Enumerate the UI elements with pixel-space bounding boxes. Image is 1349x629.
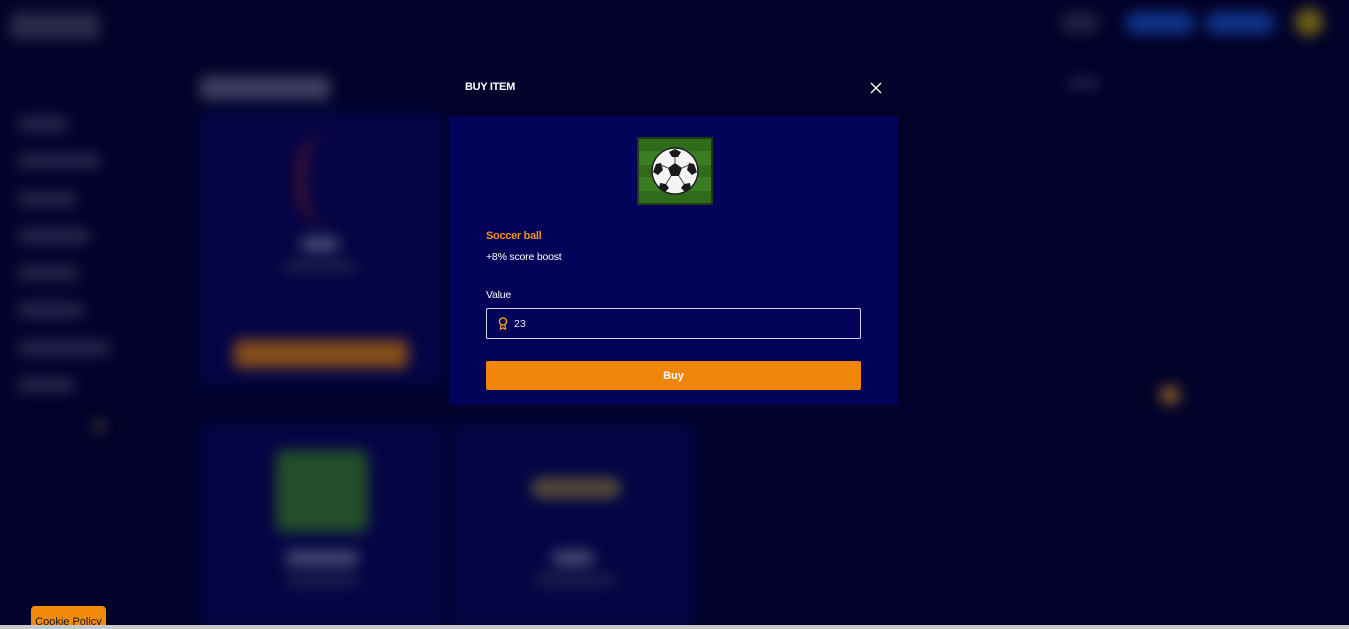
sidebar-dot [93, 420, 105, 432]
top-badge [1125, 12, 1195, 34]
app-logo [10, 12, 100, 40]
bottom-strip [0, 625, 1349, 629]
trophy-icon [498, 317, 508, 330]
sidebar-item [18, 192, 76, 206]
sidebar-item [18, 117, 68, 131]
sidebar-item [18, 266, 78, 280]
soccer-ball-icon [637, 137, 713, 205]
close-icon[interactable] [866, 78, 886, 98]
buy-button[interactable]: Buy [486, 361, 861, 390]
item-name: Soccer ball [486, 230, 542, 242]
page-heading [200, 76, 330, 100]
shop-card [198, 112, 444, 387]
sidebar-item [18, 303, 84, 317]
value-field[interactable] [486, 308, 861, 339]
buy-item-panel: Soccer ball +8% score boost Value Buy [449, 116, 898, 405]
shop-card [451, 423, 695, 629]
close-icon-glyph [870, 82, 882, 94]
avatar [1295, 8, 1323, 36]
top-badge [1205, 12, 1275, 34]
sidebar-item [18, 341, 110, 355]
page: BUY ITEM Soccer ball +8% score boost Val… [0, 0, 1349, 629]
shop-card [200, 423, 444, 629]
soccer-ball-graphic [651, 147, 699, 195]
sidebar-item [18, 229, 90, 243]
value-input[interactable] [514, 317, 834, 330]
modal-title: BUY ITEM [465, 81, 515, 93]
sidebar-item [18, 154, 100, 168]
item-description: +8% score boost [486, 251, 562, 263]
floating-badge [1160, 385, 1180, 405]
sidebar-item [18, 378, 74, 392]
value-label: Value [486, 289, 512, 301]
top-nav-item [1060, 12, 1100, 34]
